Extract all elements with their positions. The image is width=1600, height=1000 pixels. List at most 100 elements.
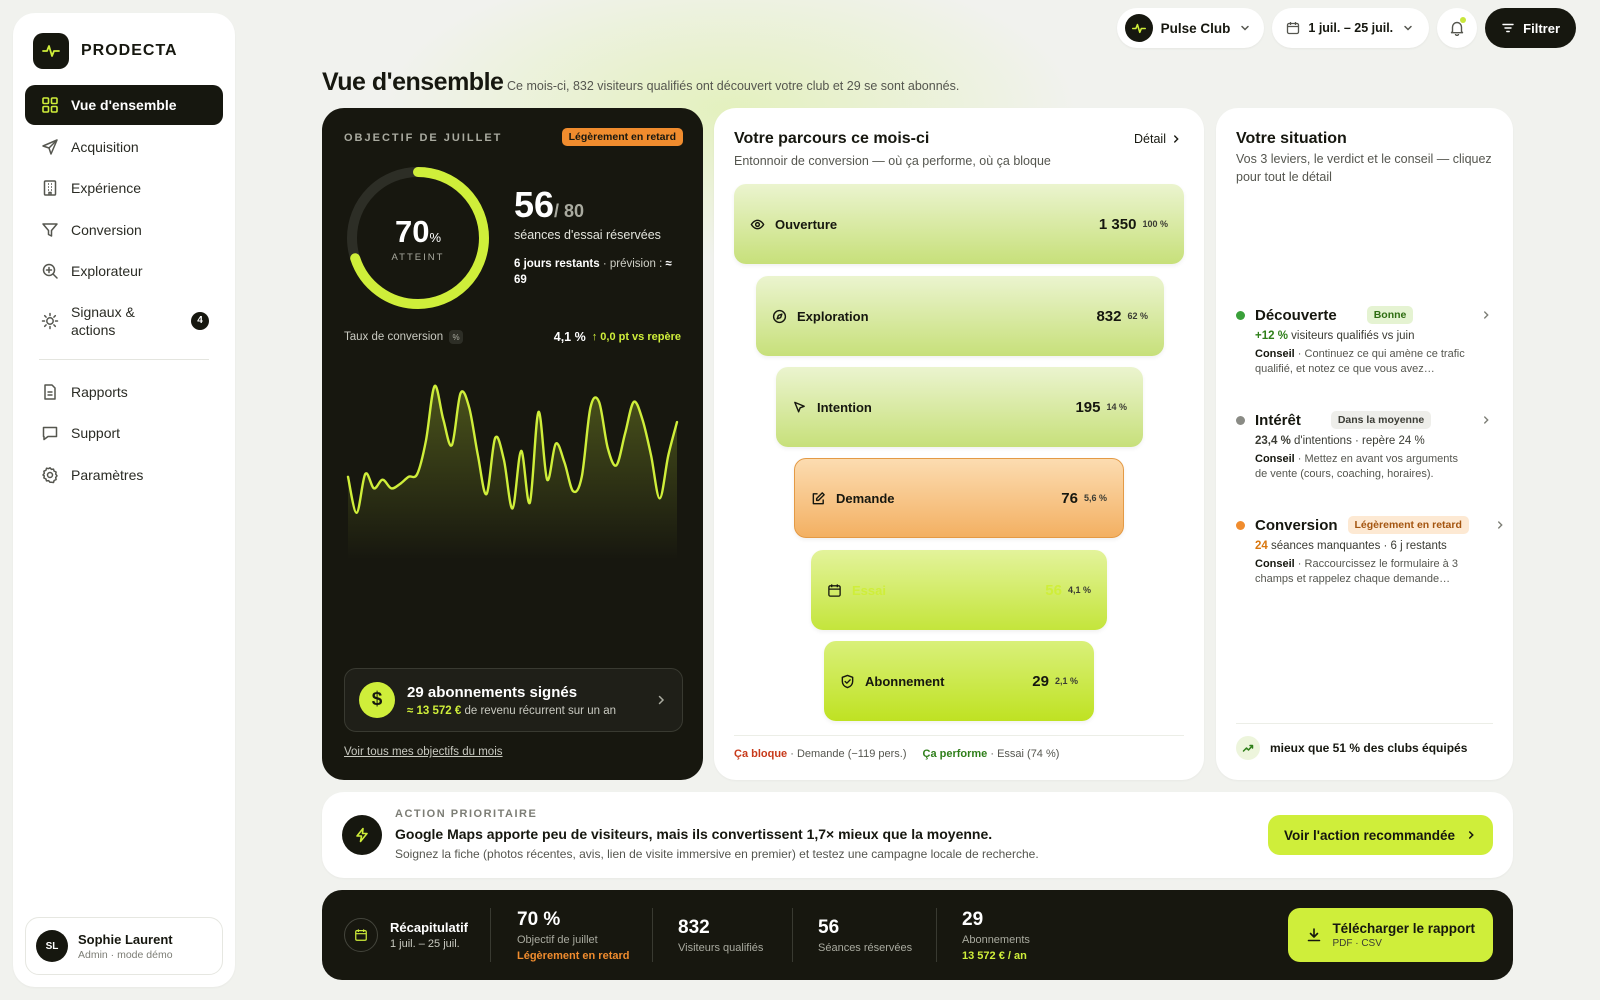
filter-button[interactable]: Filtrer [1485,8,1576,48]
nav-item-settings[interactable]: Paramètres [25,455,223,495]
goal-eyebrow: OBJECTIF DE JUILLET [344,132,503,144]
date-range-label: 1 juil. – 25 juil. [1308,21,1394,35]
recap-visitors: 832 Visiteurs qualifiés [678,890,763,980]
recap-goal-note: Légèrement en retard [517,949,630,962]
lever-interet[interactable]: Intérêt Dans la moyenne 23,4 % d'intenti… [1236,411,1492,482]
lever-name: Découverte [1255,306,1337,324]
date-range-selector[interactable]: 1 juil. – 25 juil. [1272,8,1430,48]
funnel-step-essai[interactable]: Essai 56 4,1 % [811,550,1107,630]
trial-count: 56/ 80 [514,184,585,225]
filter-label: Filtrer [1523,20,1560,36]
sparkline-area [348,385,677,560]
page-title: Vue d'ensemble [322,68,504,96]
funnel-step-abonnement[interactable]: Abonnement 29 2,1 % [824,641,1094,721]
step-label: Intention [817,399,872,415]
sidebar: PRODECTA Vue d'ensemble Acquisition Expé… [13,13,235,987]
forecast-note: 6 jours restants · prévision : ≈ 69 [514,258,672,286]
recap-visitors-value: 832 [678,916,710,938]
status-dot [1236,520,1245,530]
chevron-right-icon [1468,831,1474,839]
calendar-icon [1287,22,1300,35]
detail-label: Détail [1134,132,1166,146]
lever-name: Conversion [1255,516,1338,534]
step-label: Essai [852,582,886,598]
calendar-icon [344,918,378,952]
download-icon [1308,928,1321,942]
pulse-logo-icon [1124,14,1153,42]
funnel-footer: Ça bloque · Demande (−119 pers.) Ça perf… [734,735,1184,760]
chevron-right-icon [1484,416,1489,424]
cursor-icon [792,400,807,415]
funnel-step-intention[interactable]: Intention 195 14 % [776,367,1143,447]
action-button-label: Voir l'action recommandée [1283,827,1455,843]
nav-label: Vue d'ensemble [71,97,177,113]
compass-icon [772,309,787,324]
goal-progress-ring: 70% ATTEINT [344,164,492,312]
recap-divider [936,908,937,962]
lever-status-badge: Légèrement en retard [1347,516,1469,534]
recap-goal-value: 70 % [517,908,561,930]
lever-conversion[interactable]: Conversion Légèrement en retard 24 séanc… [1236,516,1506,587]
rate-label: Taux de conversion [344,331,444,343]
lever-metric: +12 % visiteurs qualifiés vs juin [1255,330,1415,342]
funnel-performer: Ça performe · Essai (74 %) [922,748,1060,760]
all-goals-link[interactable]: Voir tous mes objectifs du mois [344,746,503,758]
subscriptions-summary[interactable]: $ 29 abonnements signés ≈ 13 572 € de re… [344,668,683,732]
nav-item-experience[interactable]: Expérience [25,168,223,208]
brand[interactable]: PRODECTA [33,33,178,69]
ring-percent: 70% [394,213,442,249]
goal-status-badge: Légèrement en retard [561,128,683,146]
step-percent: 14 % [1106,402,1127,412]
lever-advice: Conseil · Continuez ce qui amène ce traf… [1255,348,1465,375]
step-percent: 100 % [1142,219,1168,229]
step-label: Ouverture [775,216,838,232]
dollar-icon: $ [359,682,395,718]
status-dot [1236,310,1245,320]
avatar: SL [36,930,68,962]
club-selector[interactable]: Pulse Club [1116,8,1265,48]
zoom-in-icon [42,263,58,279]
step-value: 195 [1075,398,1101,416]
recap-divider [792,908,793,962]
chat-icon [42,426,58,441]
nav-item-explorer[interactable]: Explorateur [25,251,223,291]
nav-item-signals[interactable]: Signaux & actions 4 [25,293,223,349]
monthly-goal-card: OBJECTIF DE JUILLET Légèrement en retard… [322,108,703,780]
nav-item-conversion[interactable]: Conversion [25,210,223,250]
nav-item-reports[interactable]: Rapports [25,372,223,412]
notifications-button[interactable] [1437,8,1478,48]
download-title: Télécharger le rapport [1332,921,1475,936]
recap-goal: 70 % Objectif de juillet Légèrement en r… [517,890,629,980]
user-card[interactable]: SL Sophie Laurent Admin · mode démo [25,917,223,975]
funnel-step-exploration[interactable]: Exploration 832 62 % [756,276,1164,356]
action-eyebrow: ACTION PRIORITAIRE [395,808,538,820]
trend-up-icon [1236,736,1260,760]
download-report-button[interactable]: Télécharger le rapport PDF · CSV [1288,908,1493,962]
building-icon [43,180,57,196]
nav-item-overview[interactable]: Vue d'ensemble [25,85,223,125]
lever-name: Intérêt [1255,411,1301,429]
nav-label: Explorateur [71,263,143,279]
priority-action-card: ACTION PRIORITAIRE Google Maps apporte p… [322,792,1513,878]
recap-sessions: 56 Séances réservées [818,890,912,980]
sun-icon [41,312,59,329]
funnel-card: Votre parcours ce mois-ci Entonnoir de c… [714,108,1204,780]
funnel-step-ouverture[interactable]: Ouverture 1 350 100 % [734,184,1184,264]
lever-status-badge: Bonne [1366,306,1414,324]
lever-decouverte[interactable]: Découverte Bonne +12 % visiteurs qualifi… [1236,306,1492,377]
step-percent: 5,6 % [1083,493,1107,503]
nav-item-acquisition[interactable]: Acquisition [25,127,223,167]
ring-label: ATTEINT [391,251,445,263]
recommended-action-button[interactable]: Voir l'action recommandée [1267,815,1493,855]
funnel-detail-link[interactable]: Détail [1134,132,1182,146]
trial-count-desc: séances d'essai réservées [514,228,661,242]
nav-item-support[interactable]: Support [25,413,223,453]
main-nav: Vue d'ensemble Acquisition Expérience Co… [25,85,223,496]
funnel-step-demande[interactable]: Demande 76 5,6 % [794,458,1124,538]
rate-value: 4,1 % [553,330,586,344]
nav-label: Signaux & actions [71,303,135,338]
step-percent: 2,1 % [1054,676,1078,686]
lever-status-badge: Dans la moyenne [1330,411,1432,429]
calendar-icon [827,583,842,598]
recap-visitors-label: Visiteurs qualifiés [678,941,764,954]
